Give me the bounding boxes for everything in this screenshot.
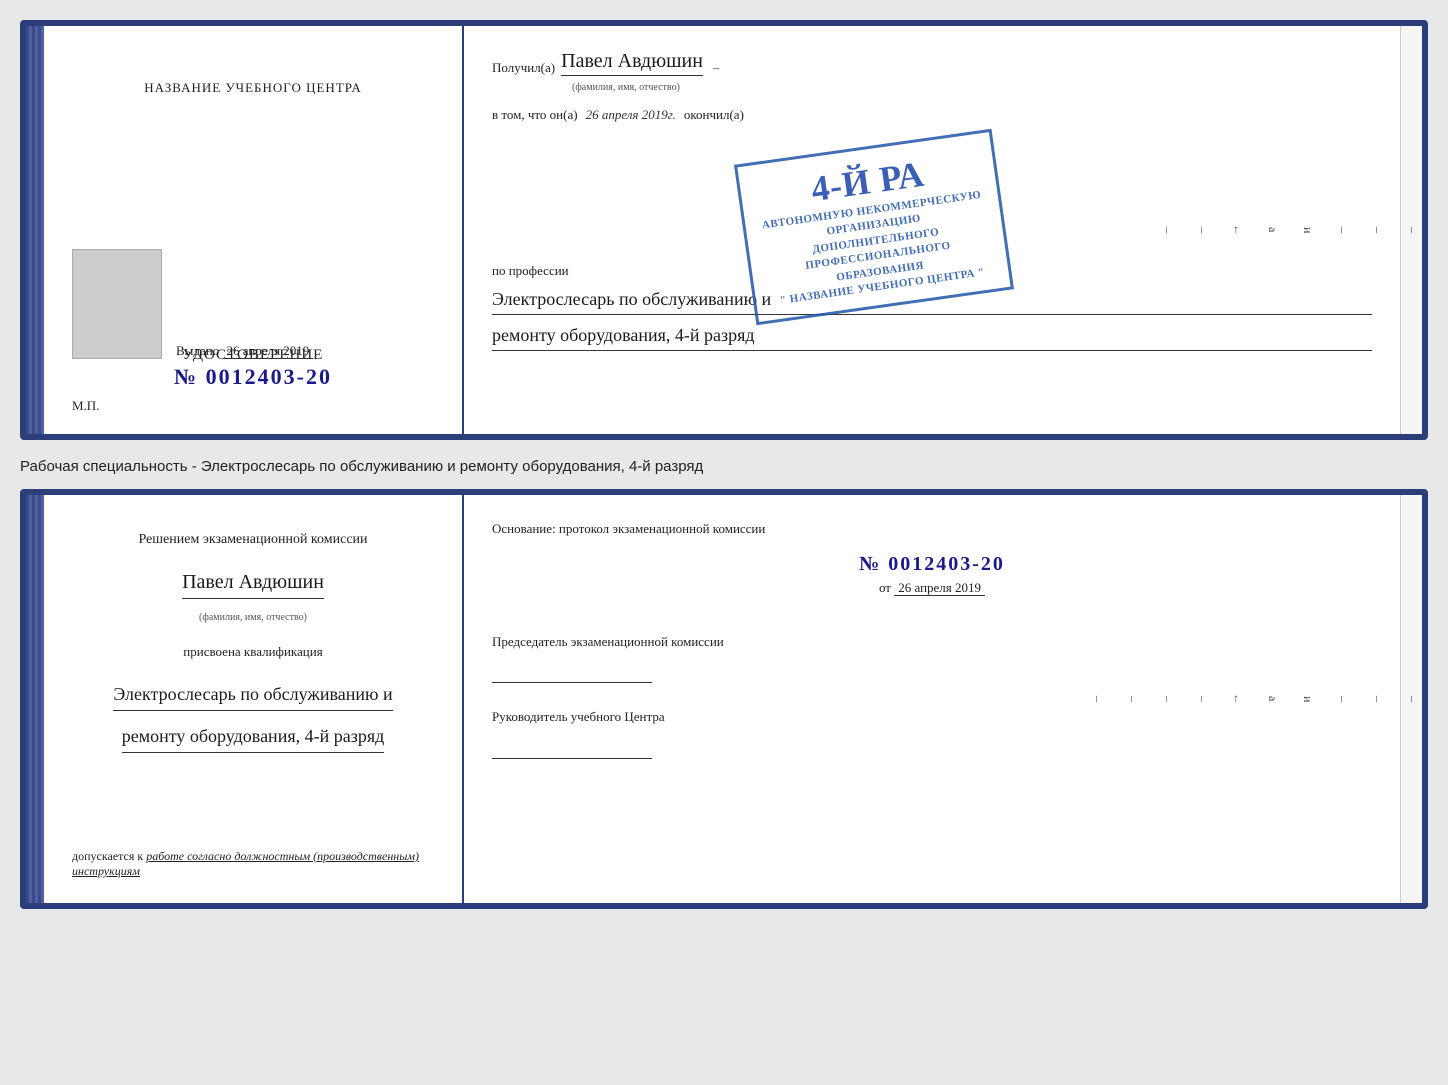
rukovoditel-signature-line	[492, 735, 652, 759]
between-text: Рабочая специальность - Электрослесарь п…	[20, 450, 1428, 479]
bottom-right-page: Основание: протокол экзаменационной коми…	[464, 495, 1400, 903]
left-spine	[26, 26, 44, 434]
dopusk-label: допускается к	[72, 849, 143, 863]
left-spine-bottom	[26, 495, 44, 903]
bottom-left-page: Решением экзаменационной комиссии Павел …	[44, 495, 464, 903]
kvalif-line2: ремонту оборудования, 4-й разряд	[122, 720, 385, 753]
prisvoena-label: присвоена квалификация	[183, 644, 322, 660]
okonchil-label: окончил(а)	[684, 107, 744, 123]
udost-number: № 0012403-20	[174, 364, 332, 390]
komissia-title: Решением экзаменационной комиссии	[138, 529, 367, 550]
protocol-number: № 0012403-20	[492, 553, 1372, 576]
vydano-label: Выдано	[176, 343, 219, 358]
poluchil-label: Получил(а)	[492, 60, 555, 76]
bottom-person-name: Павел Авдюшин	[182, 571, 324, 599]
mp-label: М.П.	[72, 398, 99, 414]
right-edge-annotations: – – – и а ← – –	[1400, 26, 1422, 434]
kvalif-line1: Электрослесарь по обслуживанию и	[113, 678, 392, 711]
vtom-date: 26 апреля 2019г.	[586, 107, 676, 123]
page-wrapper: НАЗВАНИЕ УЧЕБНОГО ЦЕНТРА УДОСТОВЕРЕНИЕ №…	[20, 20, 1428, 909]
predsedatel-section: Председатель экзаменационной комиссии	[492, 632, 1372, 684]
top-document: НАЗВАНИЕ УЧЕБНОГО ЦЕНТРА УДОСТОВЕРЕНИЕ №…	[20, 20, 1428, 440]
recipient-name: Павел Авдюшин	[561, 50, 703, 76]
ot-date-section: от 26 апреля 2019	[492, 580, 1372, 596]
fio-caption-top: (фамилия, имя, отчество)	[572, 82, 1372, 93]
dopuskaetsya-section: допускается к работе согласно должностны…	[72, 849, 434, 879]
right-edge-annotations-bottom: – – – и а ← – – – –	[1400, 495, 1422, 903]
ot-label: от	[879, 580, 891, 595]
photo-placeholder	[72, 249, 162, 359]
vtom-line: в том, что он(а) 26 апреля 2019г. окончи…	[492, 107, 1372, 123]
rukovoditel-label: Руководитель учебного Центра	[492, 707, 1372, 727]
recipient-line: Получил(а) Павел Авдюшин –	[492, 50, 1372, 76]
top-right-page: Получил(а) Павел Авдюшин – (фамилия, имя…	[464, 26, 1400, 434]
vtom-label: в том, что он(а)	[492, 107, 578, 123]
bottom-document: Решением экзаменационной комиссии Павел …	[20, 489, 1428, 909]
rukovoditel-section: Руководитель учебного Центра	[492, 707, 1372, 759]
top-left-page: НАЗВАНИЕ УЧЕБНОГО ЦЕНТРА УДОСТОВЕРЕНИЕ №…	[44, 26, 464, 434]
osnovanie-label: Основание: протокол экзаменационной коми…	[492, 519, 1372, 539]
profession-line2: ремонту оборудования, 4-й разряд	[492, 321, 1372, 351]
predsedatel-label: Председатель экзаменационной комиссии	[492, 632, 1372, 652]
vydano-date: 26 апреля 2019	[223, 343, 314, 359]
fio-caption-bottom: (фамилия, имя, отчество)	[199, 612, 307, 623]
predsedatel-signature-line	[492, 659, 652, 683]
center-title: НАЗВАНИЕ УЧЕБНОГО ЦЕНТРА	[72, 80, 434, 96]
ot-date: 26 апреля 2019	[894, 580, 985, 596]
